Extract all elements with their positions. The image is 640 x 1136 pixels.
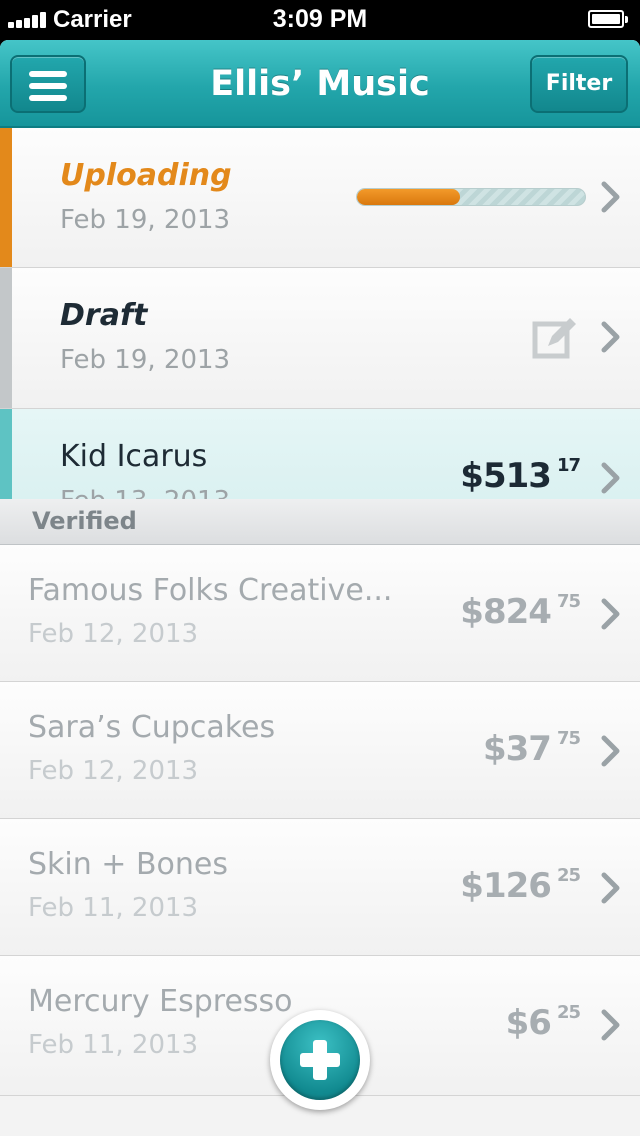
- amount-cents: 25: [556, 1002, 581, 1023]
- item-date: Feb 19, 2013: [60, 205, 231, 235]
- item-amount: $37 75: [482, 728, 581, 769]
- amount-dollars: $126: [460, 866, 552, 906]
- section-header-verified: Verified: [0, 499, 640, 545]
- item-title: Famous Folks Creative...: [28, 573, 393, 608]
- item-title: Kid Icarus: [60, 439, 208, 474]
- item-date: Feb 12, 2013: [28, 619, 199, 649]
- filter-button[interactable]: Filter: [530, 55, 628, 113]
- item-date: Feb 11, 2013: [28, 893, 199, 923]
- chevron-right-icon: [601, 321, 620, 353]
- add-button[interactable]: [270, 1010, 370, 1110]
- item-title: Mercury Espresso: [28, 984, 293, 1019]
- item-title: Sara’s Cupcakes: [28, 710, 276, 745]
- chevron-right-icon: [601, 1009, 620, 1041]
- item-amount: $513 17: [460, 455, 581, 496]
- item-amount: $6 25: [505, 1002, 581, 1043]
- amount-dollars: $6: [505, 1003, 552, 1043]
- item-title: Draft: [60, 298, 148, 333]
- upload-progress-bar: [356, 188, 586, 206]
- item-title: Skin + Bones: [28, 847, 229, 882]
- amount-cents: 75: [556, 728, 581, 749]
- list-item-saras-cupcakes[interactable]: Sara’s Cupcakes Feb 12, 2013 $37 75: [0, 682, 640, 819]
- list-item-uploading[interactable]: Uploading Feb 19, 2013: [0, 128, 640, 268]
- amount-dollars: $513: [460, 456, 552, 496]
- amount-dollars: $37: [482, 729, 552, 769]
- amount-dollars: $824: [460, 592, 552, 632]
- plus-icon: [280, 1020, 360, 1100]
- list-item-famous-folks[interactable]: Famous Folks Creative... Feb 12, 2013 $8…: [0, 545, 640, 682]
- item-date: Feb 19, 2013: [60, 345, 231, 375]
- status-stripe: [0, 268, 12, 408]
- battery-icon: [588, 10, 628, 28]
- list-item-skin-bones[interactable]: Skin + Bones Feb 11, 2013 $126 25: [0, 819, 640, 956]
- chevron-right-icon: [601, 462, 620, 494]
- item-date: Feb 11, 2013: [28, 1030, 199, 1060]
- chevron-right-icon: [601, 735, 620, 767]
- chevron-right-icon: [601, 181, 620, 213]
- edit-icon: [532, 318, 576, 359]
- amount-cents: 75: [556, 591, 581, 612]
- status-time: 3:09 PM: [272, 5, 368, 33]
- amount-cents: 17: [556, 455, 581, 476]
- chevron-right-icon: [601, 872, 620, 904]
- amount-cents: 25: [556, 865, 581, 886]
- item-amount: $126 25: [460, 865, 581, 906]
- item-date: Feb 12, 2013: [28, 756, 199, 786]
- section-label: Verified: [32, 507, 137, 535]
- navigation-bar: Ellis’ Music Filter: [0, 40, 640, 128]
- item-title: Uploading: [60, 158, 232, 193]
- item-amount: $824 75: [460, 591, 581, 632]
- app-screen: Ellis’ Music Filter Uploading Feb 19, 20…: [0, 40, 640, 1136]
- list-item-draft[interactable]: Draft Feb 19, 2013: [0, 268, 640, 409]
- status-stripe: [0, 128, 12, 267]
- status-bar: Carrier 3:09 PM: [0, 0, 640, 40]
- chevron-right-icon: [601, 598, 620, 630]
